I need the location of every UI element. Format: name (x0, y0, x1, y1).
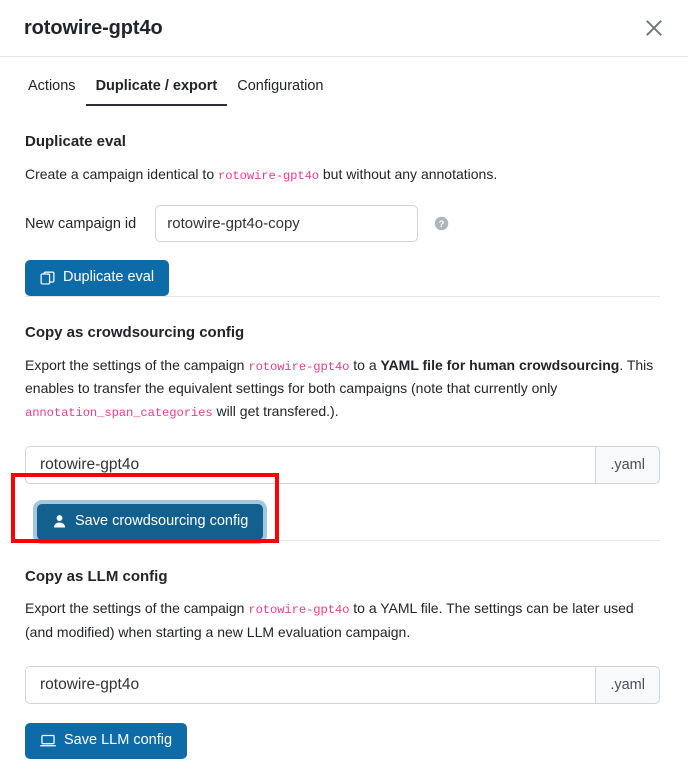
inline-code-campaign-id: rotowire-gpt4o (248, 359, 350, 374)
duplicate-eval-button-label: Duplicate eval (63, 269, 155, 286)
close-icon (644, 18, 664, 38)
crowdsourcing-filename-input[interactable] (25, 445, 596, 484)
tab-actions[interactable]: Actions (18, 74, 86, 106)
duplicate-eval-button[interactable]: Duplicate eval (25, 260, 170, 297)
person-icon (52, 514, 67, 529)
section-divider-1 (25, 296, 660, 298)
modal-body: Duplicate eval Create a campaign identic… (0, 132, 688, 759)
new-campaign-id-input[interactable] (155, 205, 419, 243)
new-campaign-id-row: New campaign id ? (25, 205, 663, 243)
inline-code-annotation-span-categories: annotation_span_categories (25, 406, 213, 421)
desc-text-part: Export the settings of the campaign (25, 600, 249, 617)
save-llm-config-label: Save LLM config (64, 731, 173, 748)
laptop-icon (40, 733, 56, 748)
llm-filename-group: .yaml (25, 665, 660, 704)
tab-bar: Actions Duplicate / export Configuration (0, 74, 688, 106)
inline-code-campaign-id: rotowire-gpt4o (248, 603, 350, 618)
desc-text-part: but without any annotations. (319, 165, 498, 182)
crowdsourcing-button-wrap: Save crowdsourcing config (25, 484, 663, 540)
tab-configuration[interactable]: Configuration (227, 74, 333, 106)
section-description-crowdsourcing: Export the settings of the campaign roto… (25, 354, 661, 424)
save-crowdsourcing-config-button[interactable]: Save crowdsourcing config (37, 503, 264, 540)
close-button[interactable] (639, 13, 669, 43)
tab-duplicate-export[interactable]: Duplicate / export (85, 74, 228, 106)
svg-text:?: ? (439, 219, 445, 229)
modal-header: rotowire-gpt4o (0, 0, 688, 57)
desc-text-part: to a (349, 356, 381, 373)
copy-icon (40, 271, 55, 286)
crowdsourcing-filename-group: .yaml (25, 445, 660, 484)
llm-file-extension: .yaml (595, 665, 660, 704)
desc-text-bold: YAML file for human crowdsourcing (380, 356, 620, 373)
section-description-duplicate-eval: Create a campaign identical to rotowire-… (25, 163, 661, 187)
section-heading-llm-config: Copy as LLM config (25, 567, 168, 585)
desc-text-part: Export the settings of the campaign (25, 356, 249, 373)
help-circle-icon[interactable]: ? (434, 216, 449, 231)
page-title: rotowire-gpt4o (24, 17, 163, 39)
section-divider-2 (25, 539, 660, 541)
section-description-llm: Export the settings of the campaign roto… (25, 597, 661, 643)
section-heading-crowdsourcing-config: Copy as crowdsourcing config (25, 324, 245, 342)
desc-text-part: Create a campaign identical to (25, 165, 218, 182)
inline-code-campaign-id: rotowire-gpt4o (218, 168, 319, 183)
section-heading-duplicate-eval: Duplicate eval (25, 133, 126, 150)
save-llm-config-button[interactable]: Save LLM config (25, 722, 188, 759)
llm-filename-input[interactable] (25, 665, 596, 704)
save-crowdsourcing-config-label: Save crowdsourcing config (75, 512, 249, 529)
new-campaign-id-label: New campaign id (25, 215, 137, 232)
crowdsourcing-file-extension: .yaml (595, 445, 660, 484)
desc-text-part: will get transfered.). (212, 403, 339, 420)
